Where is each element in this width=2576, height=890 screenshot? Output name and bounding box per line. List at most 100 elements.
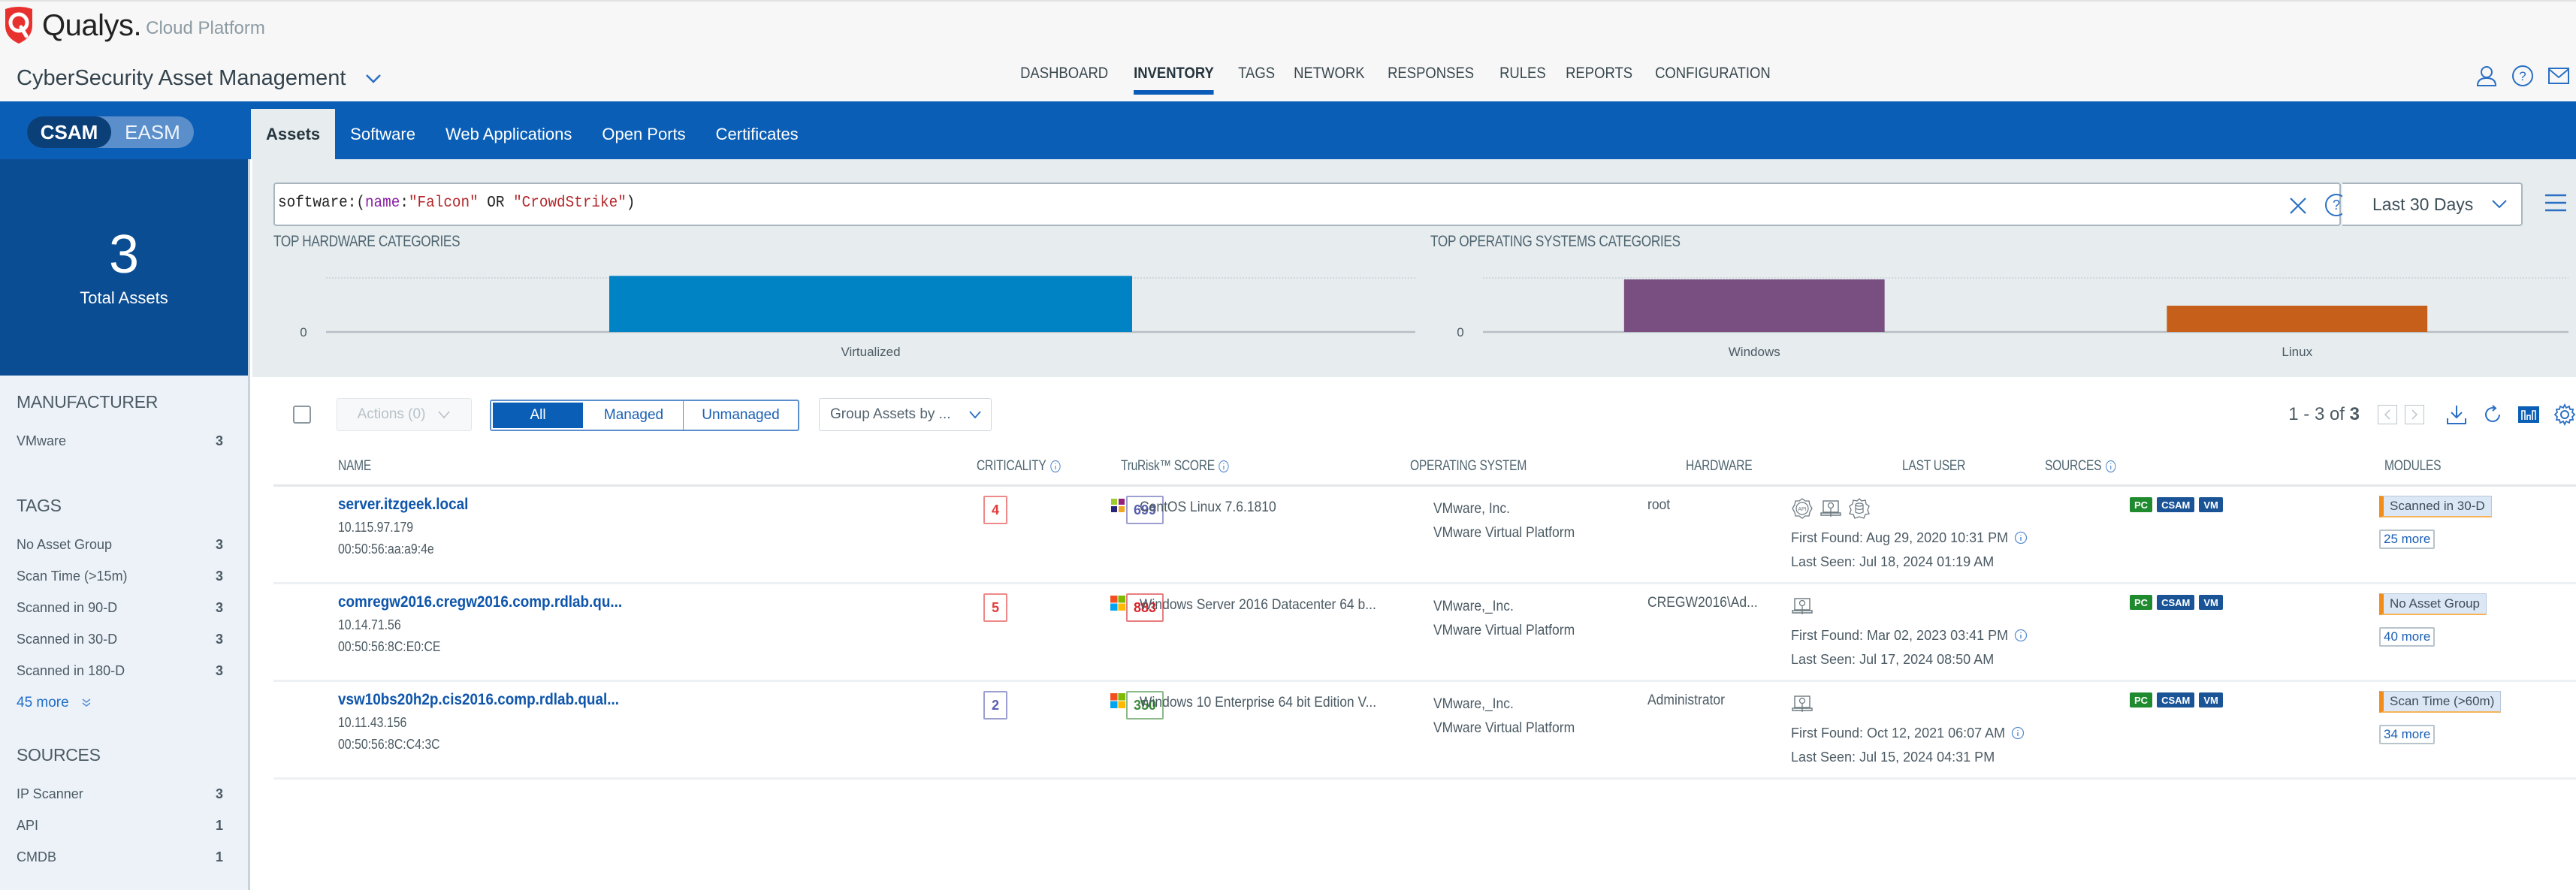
actions-dropdown[interactable]: Actions (0) [337, 398, 472, 431]
facet-count: 3 [215, 537, 223, 552]
tab-web-applications[interactable]: Web Applications [430, 109, 587, 159]
tab-certificates[interactable]: Certificates [701, 109, 814, 159]
table-row[interactable]: server.itzgeek.local 10.115.97.179 00:50… [273, 487, 2576, 584]
more-tags-button[interactable]: 25 more [2379, 529, 2436, 549]
qualys-shield-icon [5, 7, 32, 44]
tab-software[interactable]: Software [335, 109, 430, 159]
tag-chip[interactable]: Scan Time (>60m) [2379, 691, 2502, 713]
toggle-easm[interactable]: EASM [111, 116, 194, 148]
asset-hostname-link[interactable]: vsw10bs20h2p.cis2016.comp.rdlab.qual... [338, 691, 619, 709]
last-user: CREGW2016\Ad... [1647, 595, 1758, 611]
bar-windows[interactable] [1623, 279, 1885, 332]
toggle-csam[interactable]: CSAM [27, 116, 111, 148]
col-name[interactable]: NAME [338, 458, 371, 475]
facet-item[interactable]: CMDB 1 [17, 849, 223, 881]
bar-linux[interactable] [2167, 306, 2428, 332]
facet-item[interactable]: Scanned in 180-D 3 [17, 663, 223, 695]
col-criticality[interactable]: CRITICALITY [977, 458, 1061, 475]
prev-page-button[interactable] [2378, 405, 2397, 424]
col-last-user[interactable]: LAST USER [1902, 458, 1965, 475]
col-sources[interactable]: SOURCES [2045, 458, 2116, 475]
download-icon[interactable] [2445, 403, 2468, 426]
facet-label: Scanned in 30-D [17, 632, 118, 647]
module-badge-pc[interactable]: PC [2130, 497, 2153, 512]
tab-assets[interactable]: Assets [251, 109, 336, 159]
tag-chip[interactable]: No Asset Group [2379, 593, 2487, 615]
pagination: 1 - 3 of 3 [2288, 398, 2576, 431]
filter-managed[interactable]: Managed [584, 401, 684, 430]
help-icon[interactable]: ? [2511, 65, 2534, 87]
module-badge-vm[interactable]: VM [2199, 497, 2223, 512]
tag-chip[interactable]: Scanned in 30-D [2379, 496, 2492, 517]
table-row[interactable]: vsw10bs20h2p.cis2016.comp.rdlab.qual... … [273, 682, 2576, 780]
nav-network[interactable]: NETWORK [1283, 65, 1376, 92]
criticality-badge[interactable]: 2 [983, 691, 1007, 720]
more-tags-button[interactable]: 34 more [2379, 725, 2436, 744]
module-badge-csam[interactable]: CSAM [2157, 692, 2195, 707]
facet-item[interactable]: IP Scanner 3 [17, 786, 223, 818]
nav-dashboard[interactable]: DASHBOARD [1010, 65, 1119, 92]
module-badge-csam[interactable]: CSAM [2157, 595, 2195, 610]
info-icon[interactable] [2011, 726, 2025, 740]
filter-unmanaged[interactable]: Unmanaged [684, 401, 798, 430]
info-icon[interactable] [2014, 531, 2028, 545]
tab-open-ports[interactable]: Open Ports [587, 109, 700, 159]
search-input[interactable]: software:(name:"Falcon" OR "CrowdStrike"… [273, 183, 2348, 226]
app-selector[interactable]: CyberSecurity Asset Management [17, 66, 382, 91]
asset-hostname-link[interactable]: comregw2016.cregw2016.comp.rdlab.qu... [338, 593, 622, 611]
first-found: First Found: Aug 29, 2020 10:31 PM [1791, 530, 2009, 545]
nav-inventory[interactable]: INVENTORY [1123, 65, 1225, 95]
facet-item[interactable]: API 1 [17, 818, 223, 849]
sources-cell: First Found: Mar 02, 2023 03:41 PM Last … [1791, 595, 2028, 671]
asset-hostname-link[interactable]: server.itzgeek.local [338, 496, 468, 514]
facet-item[interactable]: No Asset Group 3 [17, 537, 223, 569]
last-seen: Last Seen: Jul 18, 2024 01:19 AM [1791, 554, 1995, 569]
hamburger-menu-icon[interactable] [2544, 192, 2568, 213]
mail-icon[interactable] [2547, 65, 2570, 87]
more-tags-button[interactable]: 40 more [2379, 627, 2436, 647]
bar-virtualized[interactable] [609, 276, 1132, 332]
nav-responses[interactable]: RESPONSES [1377, 65, 1484, 92]
nav-reports[interactable]: REPORTS [1555, 65, 1643, 92]
info-icon[interactable] [2014, 629, 2028, 642]
nav-configuration[interactable]: CONFIGURATION [1644, 65, 1781, 92]
user-icon[interactable] [2475, 65, 2498, 87]
module-badge-csam[interactable]: CSAM [2157, 497, 2195, 512]
facet-item[interactable]: VMware 3 [17, 433, 223, 465]
facet-count: 3 [215, 632, 223, 647]
info-icon[interactable] [1219, 460, 1230, 473]
table-row[interactable]: comregw2016.cregw2016.comp.rdlab.qu... 1… [273, 584, 2576, 682]
col-modules[interactable]: MODULES [2384, 458, 2442, 475]
col-operating-system[interactable]: OPERATING SYSTEM [1410, 458, 1527, 475]
nav-tags[interactable]: TAGS [1228, 65, 1285, 92]
module-badge-pc[interactable]: PC [2130, 692, 2153, 707]
group-by-dropdown[interactable]: Group Assets by ... [819, 398, 992, 431]
select-all-checkbox[interactable] [293, 406, 311, 424]
last-user: root [1647, 497, 1671, 513]
info-icon[interactable] [1049, 460, 1061, 473]
settings-gear-icon[interactable] [2553, 403, 2576, 426]
refresh-icon[interactable] [2481, 403, 2504, 426]
facet-item[interactable]: Scan Time (>15m) 3 [17, 569, 223, 600]
chart-toggle-icon[interactable] [2517, 403, 2540, 426]
facet-item[interactable]: Scanned in 90-D 3 [17, 600, 223, 632]
hardware-vendor: VMware,_Inc. [1433, 696, 1514, 712]
criticality-badge[interactable]: 4 [983, 496, 1007, 524]
date-range-select[interactable]: Last 30 Days [2342, 183, 2523, 226]
nav-rules[interactable]: RULES [1489, 65, 1557, 92]
qualys-logo[interactable]: Qualys. Cloud Platform [3, 6, 265, 45]
next-page-button[interactable] [2405, 405, 2424, 424]
hardware-vendor: VMware,_Inc. [1433, 599, 1514, 614]
tags-more-link[interactable]: 45 more [17, 695, 223, 711]
criticality-badge[interactable]: 5 [983, 593, 1007, 622]
clear-search-icon[interactable] [2287, 195, 2309, 217]
module-badge-vm[interactable]: VM [2199, 692, 2223, 707]
module-badge-pc[interactable]: PC [2130, 595, 2153, 610]
col-hardware[interactable]: HARDWARE [1686, 458, 1753, 475]
filter-all[interactable]: All [491, 401, 584, 430]
module-badge-vm[interactable]: VM [2199, 595, 2223, 610]
facet-item[interactable]: Scanned in 30-D 3 [17, 632, 223, 663]
info-icon[interactable] [2105, 460, 2116, 473]
col-trurisk-score[interactable]: TruRisk™ SCORE [1121, 458, 1230, 475]
os-cell: Windows 10 Enterprise 64 bit Edition V..… [1110, 692, 1397, 714]
